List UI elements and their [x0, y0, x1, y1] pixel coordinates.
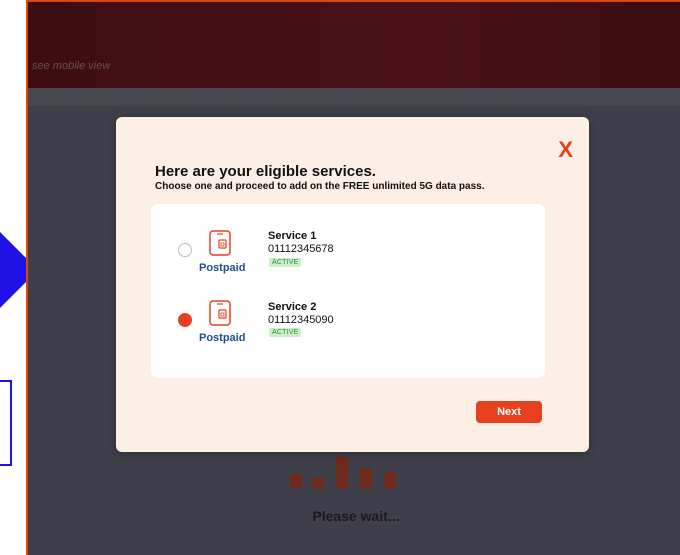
side-box [0, 380, 12, 466]
eligible-services-modal: X Here are your eligible services. Choos… [116, 117, 589, 452]
service-option-1[interactable]: Postpaid Service 1 01112345678 ACTIVE [151, 226, 545, 286]
service-2-radio[interactable] [178, 313, 192, 327]
screen: see mobile view Please wait... X Here ar… [0, 0, 680, 555]
app-header: see mobile view [28, 2, 680, 88]
modal-subtitle: Choose one and proceed to add on the FRE… [155, 181, 485, 192]
loading-bar [336, 456, 348, 488]
loading-bar [312, 478, 324, 488]
service-option-2[interactable]: Postpaid Service 2 01112345090 ACTIVE [151, 297, 545, 357]
mobile-view-hint[interactable]: see mobile view [32, 60, 110, 72]
services-card: Postpaid Service 1 01112345678 ACTIVE Po… [151, 204, 545, 378]
service-1-plan: Postpaid [199, 262, 246, 274]
sub-bar [28, 88, 680, 106]
modal-title: Here are your eligible services. [155, 163, 376, 180]
phone-sim-icon [209, 230, 231, 256]
service-1-radio[interactable] [178, 243, 192, 257]
service-2-number: 01112345090 [268, 314, 334, 326]
close-button[interactable]: X [558, 139, 573, 161]
loading-bar [290, 474, 302, 488]
service-1-name: Service 1 [268, 230, 317, 242]
next-button[interactable]: Next [476, 401, 542, 423]
loading-bar [360, 468, 372, 488]
service-2-name: Service 2 [268, 301, 317, 313]
phone-sim-icon [209, 300, 231, 326]
service-2-plan: Postpaid [199, 332, 246, 344]
loading-text: Please wait... [312, 508, 400, 524]
service-1-number: 01112345678 [268, 243, 334, 255]
service-2-status-badge: ACTIVE [269, 328, 302, 337]
loading-bar [384, 472, 396, 488]
service-1-status-badge: ACTIVE [269, 258, 302, 267]
loading-indicator [288, 454, 408, 488]
